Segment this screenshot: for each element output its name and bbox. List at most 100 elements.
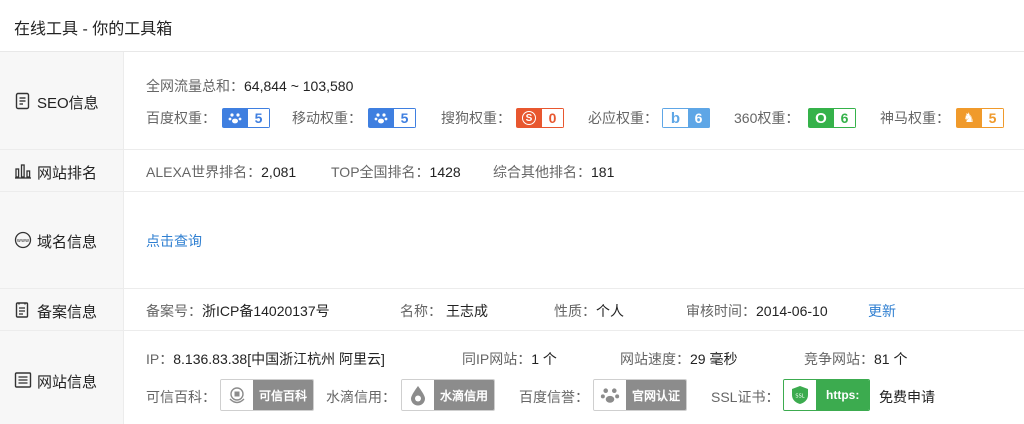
baidu-reputation-badge-text: 官网认证: [626, 380, 687, 410]
domain-info-row: www 域名信息 点击查询: [0, 192, 1024, 289]
sogou-weight-label: 搜狗权重：: [441, 110, 511, 126]
seo-info-content: 全网流量总和：64,844 ~ 103,580 百度权重： 5 移动权重： 5 …: [146, 52, 1024, 149]
ssl-icon-text: SSL: [795, 394, 804, 400]
domain-query-link[interactable]: 点击查询: [146, 231, 202, 251]
domain-info-label-cell: www 域名信息: [0, 192, 124, 288]
same-ip-label: 同IP网站：: [462, 351, 532, 367]
site-speed-value: 29 毫秒: [690, 351, 738, 367]
site-info-label: 网站信息: [37, 374, 98, 391]
seo-info-label-cell: SEO信息: [0, 52, 124, 149]
page-header: 在线工具 - 你的工具箱: [0, 0, 1024, 52]
alexa-rank: ALEXA世界排名：2,081: [146, 162, 296, 182]
beian-info-content: 备案号：浙ICP备14020137号 名称： 王志成 性质：个人 审核时间：201…: [146, 289, 1024, 330]
ssl-cert-badge[interactable]: SSL https:: [783, 379, 871, 411]
360-weight-value: 6: [834, 108, 856, 128]
paw-icon: [368, 108, 394, 128]
record-book-icon: [15, 302, 29, 318]
bing-weight-value: 6: [688, 108, 710, 128]
alexa-rank-value: 2,081: [261, 164, 297, 180]
document-icon: [15, 92, 30, 110]
competitor-value: 81 个: [874, 351, 908, 367]
paw-icon: [222, 108, 248, 128]
beian-nature: 性质：个人: [554, 301, 624, 321]
water-drop-icon: [402, 380, 434, 410]
competitor-sites: 竞争网站：81 个: [804, 349, 907, 369]
ssl-free-apply-link[interactable]: 免费申请: [879, 387, 935, 407]
beian-name: 名称： 王志成: [400, 301, 488, 321]
other-rank-value: 181: [591, 164, 615, 180]
beian-number: 备案号：浙ICP备14020137号: [146, 301, 330, 321]
traffic-total-value: 64,844 ~ 103,580: [244, 78, 354, 94]
beian-name-label: 名称：: [400, 303, 442, 319]
page-title: 在线工具 - 你的工具箱: [14, 21, 173, 38]
domain-info-content: 点击查询: [146, 192, 1024, 288]
credit-wiki-badge[interactable]: 可信百科: [220, 379, 315, 411]
baidu-weight-badge[interactable]: 5: [222, 108, 270, 128]
mobile-weight-label: 移动权重：: [292, 110, 362, 126]
shuidi-credit-badge-text: 水滴信用: [434, 380, 495, 410]
list-box-icon: [14, 372, 32, 388]
shenma-weight-label: 神马权重：: [880, 110, 950, 126]
baidu-reputation-label: 百度信誉：: [519, 389, 589, 405]
ip-value: 8.136.83.38[中国浙江杭州 阿里云]: [173, 351, 385, 367]
beian-nature-value: 个人: [596, 303, 624, 319]
shenma-weight-badge[interactable]: ♞ 5: [956, 108, 1004, 128]
top-rank: TOP全国排名：1428: [331, 162, 461, 182]
sogou-weight-value: 0: [542, 108, 564, 128]
domain-info-label: 域名信息: [37, 234, 98, 251]
bing-weight-label: 必应权重：: [588, 110, 658, 126]
seo-info-row: SEO信息 全网流量总和：64,844 ~ 103,580 百度权重： 5 移动…: [0, 52, 1024, 150]
ssl-cert-badge-text: https:: [816, 380, 870, 410]
beian-info-label: 备案信息: [37, 304, 98, 321]
credit-wiki-label: 可信百科：: [146, 389, 216, 405]
competitor-label: 竞争网站：: [804, 351, 874, 367]
same-ip-sites: 同IP网站：1 个: [462, 349, 557, 369]
bing-icon: b: [662, 108, 688, 128]
beian-audit-time-label: 审核时间：: [686, 303, 756, 319]
mobile-weight-badge[interactable]: 5: [368, 108, 416, 128]
site-info-row: 网站信息 IP：8.136.83.38[中国浙江杭州 阿里云] 同IP网站：1 …: [0, 331, 1024, 424]
same-ip-value: 1 个: [531, 351, 557, 367]
beian-update-link[interactable]: 更新: [868, 301, 896, 321]
top-rank-value: 1428: [429, 164, 461, 180]
beian-name-value: 王志成: [446, 303, 488, 319]
ip-info: IP：8.136.83.38[中国浙江杭州 阿里云]: [146, 349, 385, 369]
beian-number-label: 备案号：: [146, 303, 202, 319]
ssl-cert-label: SSL证书：: [711, 389, 780, 405]
site-speed: 网站速度：29 毫秒: [620, 349, 737, 369]
shuidi-credit-label: 水滴信用：: [326, 389, 396, 405]
beian-info-row: 备案信息 备案号：浙ICP备14020137号 名称： 王志成 性质：个人 审核时…: [0, 289, 1024, 331]
top-rank-label: TOP全国排名：: [331, 164, 430, 180]
paw-icon: [594, 380, 626, 410]
site-info-content: IP：8.136.83.38[中国浙江杭州 阿里云] 同IP网站：1 个 网站速…: [146, 331, 1024, 424]
bar-chart-icon: [15, 164, 31, 179]
other-rank: 综合其他排名：181: [493, 162, 614, 182]
beian-audit-time: 审核时间：2014-06-10: [686, 301, 828, 321]
shenma-weight-value: 5: [982, 108, 1004, 128]
laurel-icon: [221, 380, 253, 410]
site-info-label-cell: 网站信息: [0, 331, 124, 424]
baidu-weight-label: 百度权重：: [146, 110, 216, 126]
360-icon: O: [808, 108, 834, 128]
site-ranking-label: 网站排名: [37, 165, 98, 182]
site-ranking-label-cell: 网站排名: [0, 150, 124, 191]
shenma-icon: ♞: [956, 108, 982, 128]
beian-info-label-cell: 备案信息: [0, 289, 124, 330]
beian-nature-label: 性质：: [554, 303, 596, 319]
beian-number-value: 浙ICP备14020137号: [202, 303, 330, 319]
credit-wiki-badge-text: 可信百科: [253, 380, 314, 410]
360-weight-badge[interactable]: O 6: [808, 108, 856, 128]
site-ranking-row: 网站排名 ALEXA世界排名：2,081 TOP全国排名：1428 综合其他排名…: [0, 150, 1024, 192]
360-weight-label: 360权重：: [734, 110, 800, 126]
baidu-weight-value: 5: [248, 108, 270, 128]
shuidi-credit-badge[interactable]: 水滴信用: [401, 379, 496, 411]
sogou-icon: S: [516, 108, 542, 128]
mobile-weight-value: 5: [394, 108, 416, 128]
bing-weight-badge[interactable]: b 6: [662, 108, 710, 128]
other-rank-label: 综合其他排名：: [493, 164, 591, 180]
baidu-reputation-badge[interactable]: 官网认证: [593, 379, 688, 411]
alexa-rank-label: ALEXA世界排名：: [146, 164, 262, 180]
ip-label: IP：: [146, 351, 174, 367]
sogou-weight-badge[interactable]: S 0: [516, 108, 564, 128]
seo-info-label: SEO信息: [37, 95, 99, 112]
